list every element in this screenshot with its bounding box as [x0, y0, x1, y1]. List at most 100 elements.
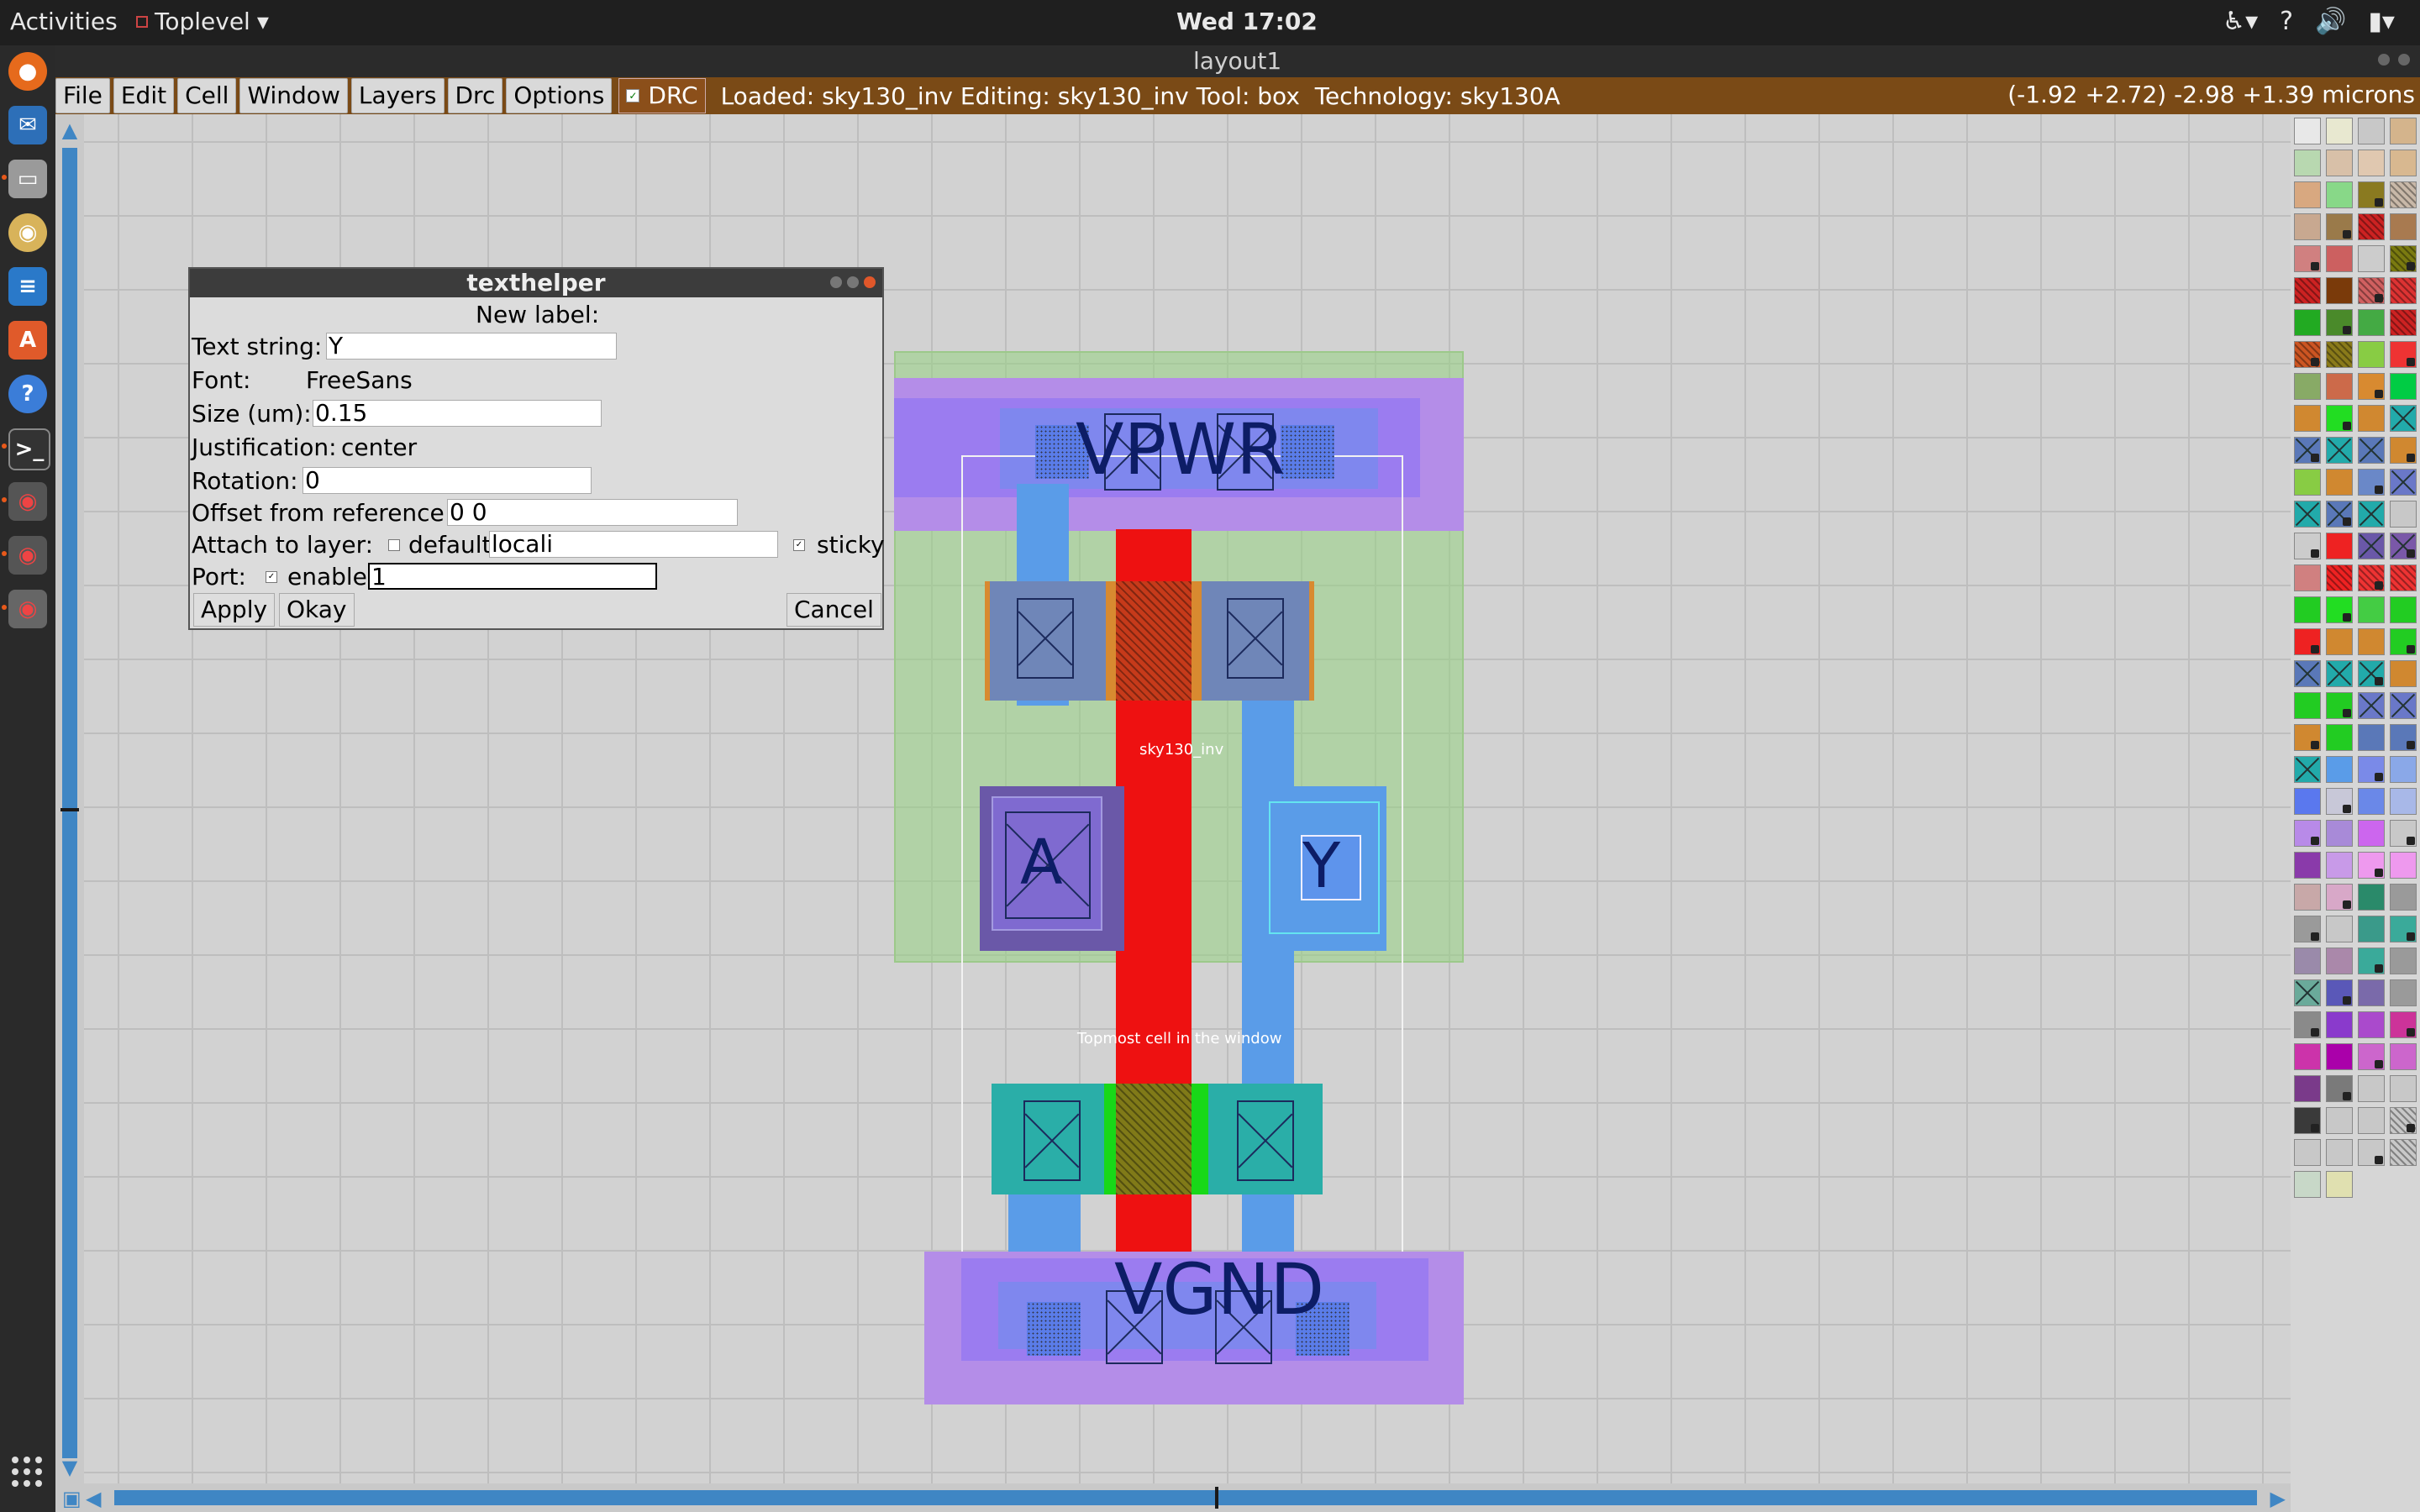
layer-swatch[interactable] [2326, 820, 2353, 847]
rotation-input[interactable]: 0 [302, 467, 592, 494]
layer-swatch[interactable] [2358, 309, 2385, 336]
cancel-button[interactable]: Cancel [786, 593, 881, 627]
layer-swatch[interactable] [2326, 118, 2353, 144]
vertical-scrollbar[interactable]: ▲ ▼ [55, 114, 84, 1483]
layer-swatch[interactable] [2358, 1011, 2385, 1038]
magic-icon[interactable]: ◉ [8, 482, 47, 521]
layer-swatch[interactable] [2326, 277, 2353, 304]
layer-swatch[interactable] [2358, 341, 2385, 368]
sticky-checkbox[interactable]: ✓ [793, 539, 805, 551]
layer-swatch[interactable] [2390, 309, 2417, 336]
terminal-icon[interactable]: >_ [8, 428, 50, 470]
layer-swatch[interactable] [2390, 1075, 2417, 1102]
scroll-up-icon[interactable]: ▲ [60, 119, 79, 141]
dialog-minimize-icon[interactable] [830, 276, 842, 288]
maximize-icon[interactable] [2398, 54, 2410, 66]
help-icon[interactable]: ? [8, 375, 47, 413]
battery-icon[interactable]: ▮▾ [2368, 7, 2395, 36]
layer-swatch[interactable] [2390, 884, 2417, 911]
layer-swatch[interactable] [2390, 692, 2417, 719]
layer-swatch[interactable] [2326, 1011, 2353, 1038]
volume-icon[interactable]: 🔊 [2315, 7, 2346, 36]
apply-button[interactable]: Apply [193, 593, 276, 627]
layer-swatch[interactable] [2294, 788, 2321, 815]
layer-swatch[interactable] [2294, 373, 2321, 400]
layer-swatch[interactable] [2326, 245, 2353, 272]
layer-swatch[interactable] [2294, 1075, 2321, 1102]
thunderbird-icon[interactable]: ✉ [8, 106, 47, 144]
layer-swatch[interactable] [2358, 501, 2385, 528]
layer-swatch[interactable] [2294, 1139, 2321, 1166]
layer-swatch[interactable] [2326, 916, 2353, 942]
size-input[interactable]: 0.15 [313, 400, 602, 427]
layer-swatch[interactable] [2326, 756, 2353, 783]
layer-swatch[interactable] [2326, 660, 2353, 687]
layer-swatch[interactable] [2294, 596, 2321, 623]
horizontal-scrollbar[interactable]: ▣ ◀ ▶ [55, 1483, 2291, 1512]
window-titlebar[interactable]: layout1 [55, 45, 2420, 77]
drc-toggle[interactable]: ✓ DRC [618, 78, 706, 113]
layer-swatch[interactable] [2294, 501, 2321, 528]
menu-window[interactable]: Window [239, 78, 348, 113]
dialog-titlebar[interactable]: texthelper [190, 269, 882, 297]
magic-icon-2[interactable]: ◉ [8, 536, 47, 575]
system-tray[interactable]: ♿▾ ? 🔊 ▮▾ [2223, 7, 2395, 36]
layer-swatch[interactable] [2390, 660, 2417, 687]
layer-swatch[interactable] [2390, 948, 2417, 974]
layer-swatch[interactable] [2294, 660, 2321, 687]
justification-value[interactable]: center [341, 433, 417, 461]
menu-cell[interactable]: Cell [177, 78, 237, 113]
layer-swatch[interactable] [2390, 150, 2417, 176]
activities-button[interactable]: Activities [10, 8, 118, 35]
layer-swatch[interactable] [2294, 150, 2321, 176]
show-applications-icon[interactable] [12, 1457, 42, 1487]
layer-swatch[interactable] [2326, 1043, 2353, 1070]
layer-swatch[interactable] [2294, 405, 2321, 432]
layer-input[interactable]: locali [489, 531, 778, 558]
layer-swatch[interactable] [2358, 213, 2385, 240]
files-icon[interactable]: ▭ [8, 160, 47, 198]
accessibility-icon[interactable]: ♿▾ [2223, 7, 2258, 36]
port-input[interactable]: 1 [368, 563, 657, 590]
layer-swatch[interactable] [2326, 1107, 2353, 1134]
default-checkbox[interactable] [388, 539, 400, 551]
layer-swatch[interactable] [2326, 852, 2353, 879]
layer-swatch[interactable] [2326, 533, 2353, 559]
layer-swatch[interactable] [2326, 373, 2353, 400]
software-icon[interactable]: A [8, 321, 47, 360]
layer-swatch[interactable] [2390, 373, 2417, 400]
layer-swatch[interactable] [2326, 469, 2353, 496]
layer-swatch[interactable] [2326, 564, 2353, 591]
menu-options[interactable]: Options [506, 78, 613, 113]
writer-icon[interactable]: ≡ [8, 267, 47, 306]
layer-swatch[interactable] [2326, 724, 2353, 751]
layer-palette[interactable] [2291, 114, 2420, 1483]
layer-swatch[interactable] [2294, 181, 2321, 208]
zoom-box-icon[interactable]: ▣ [62, 1487, 82, 1510]
layer-swatch[interactable] [2294, 692, 2321, 719]
layer-swatch[interactable] [2390, 405, 2417, 432]
layer-swatch[interactable] [2358, 820, 2385, 847]
layer-swatch[interactable] [2326, 948, 2353, 974]
network-icon[interactable]: ? [2280, 7, 2293, 36]
layer-swatch[interactable] [2294, 213, 2321, 240]
layer-swatch[interactable] [2390, 979, 2417, 1006]
dialog-close-icon[interactable] [864, 276, 876, 288]
dialog-maximize-icon[interactable] [847, 276, 859, 288]
layer-swatch[interactable] [2390, 788, 2417, 815]
layer-swatch[interactable] [2326, 1139, 2353, 1166]
magic-icon-3[interactable]: ◉ [8, 590, 47, 628]
clock[interactable]: Wed 17:02 [1176, 8, 1318, 35]
layer-swatch[interactable] [2294, 118, 2321, 144]
layer-swatch[interactable] [2358, 628, 2385, 655]
layer-swatch[interactable] [2294, 469, 2321, 496]
layer-swatch[interactable] [2390, 756, 2417, 783]
layer-swatch[interactable] [2390, 596, 2417, 623]
app-menu[interactable]: Toplevel ▾ [136, 8, 269, 35]
layer-swatch[interactable] [2294, 979, 2321, 1006]
layer-swatch[interactable] [2358, 1075, 2385, 1102]
vertical-scroll-thumb[interactable] [60, 808, 79, 811]
layer-swatch[interactable] [2294, 756, 2321, 783]
layer-swatch[interactable] [2390, 277, 2417, 304]
layer-swatch[interactable] [2390, 213, 2417, 240]
